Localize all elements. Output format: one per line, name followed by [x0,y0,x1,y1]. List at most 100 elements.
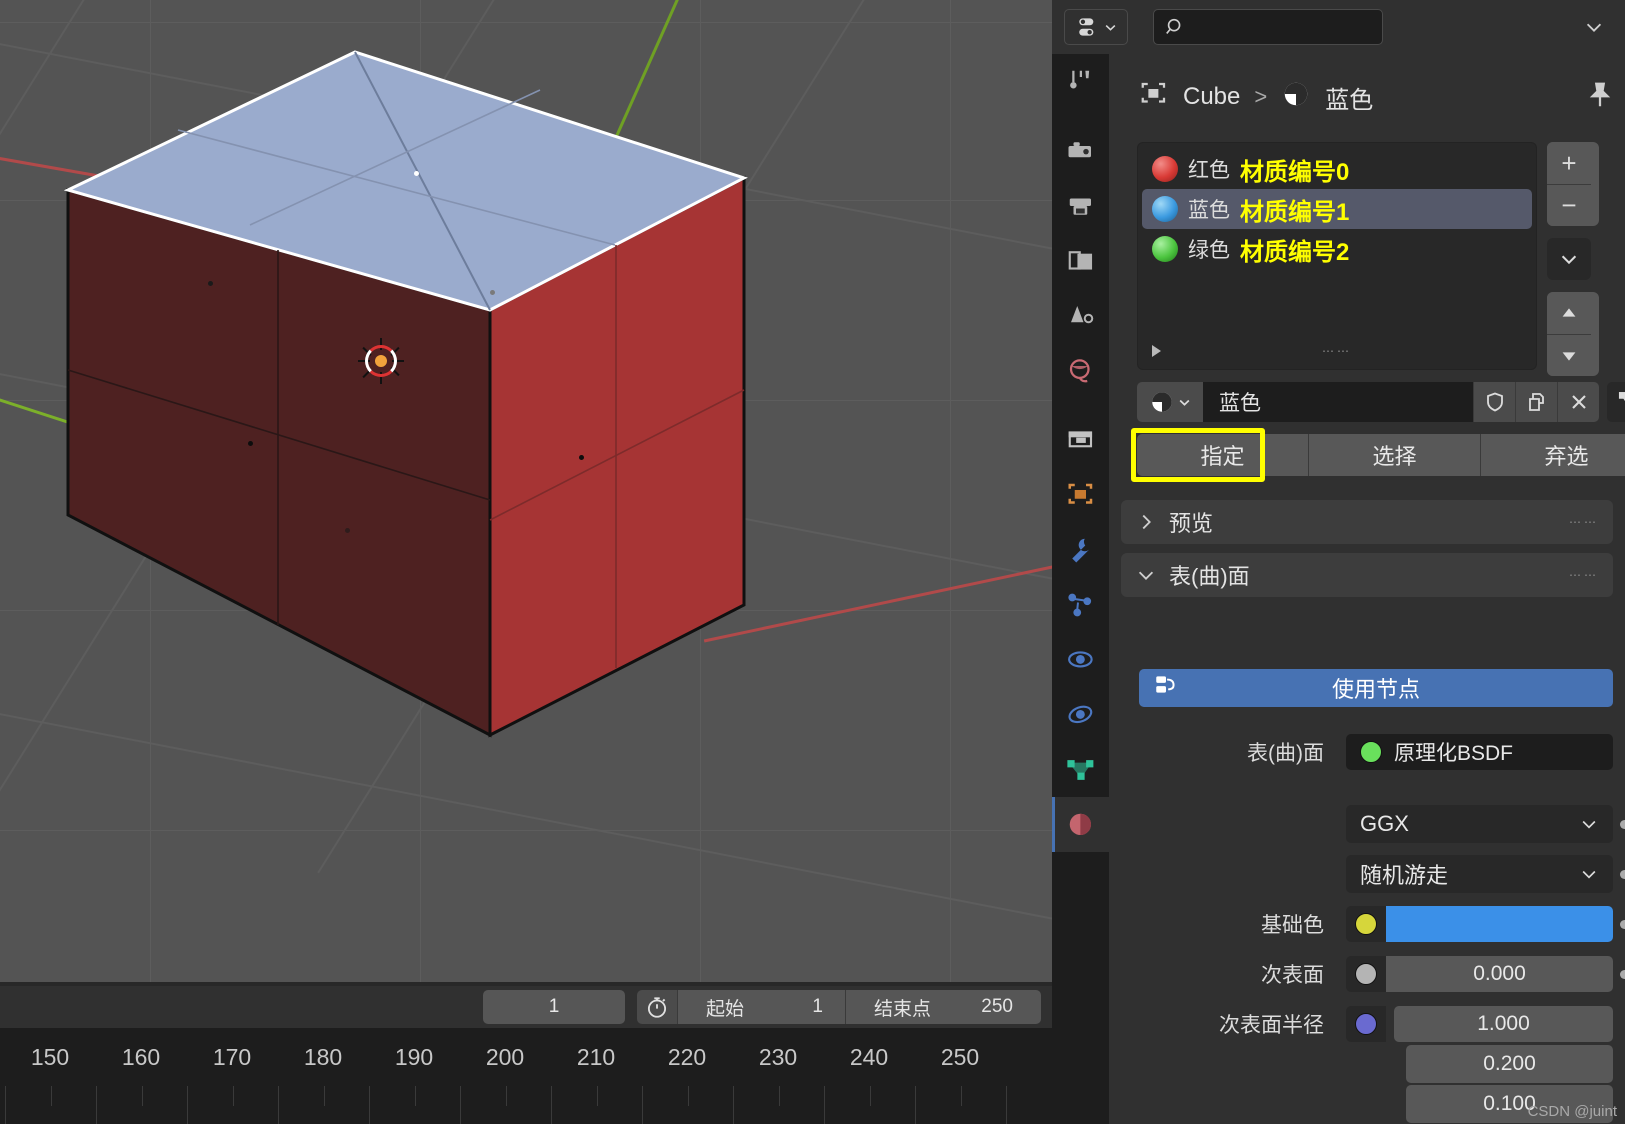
base-color-label: 基础色 [1261,914,1324,937]
surface-shader-value: 原理化BSDF [1394,742,1514,765]
fake-user-button[interactable] [1473,382,1515,422]
subsurface-value-field[interactable]: 0.000 [1386,956,1613,992]
timeline-tick-mark [960,1086,962,1106]
chevron-down-icon [1582,820,1596,829]
assign-button[interactable]: 指定 [1137,434,1309,476]
annotation-label: 材质编号2 [1240,238,1350,266]
panel-title: 表(曲)面 [1169,564,1250,589]
material-name-field[interactable]: 蓝色 [1203,382,1473,422]
animate-dot[interactable] [1620,969,1625,979]
material-slot-list[interactable]: 红色 材质编号0 蓝色 材质编号1 绿色 材质编号2 ⋯⋯ [1137,142,1537,370]
frame-start-field[interactable]: 起始 1 [677,990,845,1024]
sidebar-item-physics[interactable] [1052,632,1109,687]
animate-dot[interactable] [1620,819,1625,829]
animate-dot[interactable] [1620,869,1625,879]
breadcrumb-object-name[interactable]: Cube [1183,83,1240,111]
subsurface-method-value: 随机游走 [1360,863,1449,888]
timeline-tick-label: 150 [30,1044,70,1070]
pin-icon[interactable] [1585,80,1615,115]
sidebar-item-render[interactable] [1052,123,1109,178]
subsurface-radius-row: 次表面半径 1.000 [1121,1004,1613,1044]
timeline-ruler[interactable]: 150 160 170 180 190 200 210 220 230 240 250 [0,1028,1053,1124]
timeline-tick-mark [551,1086,552,1124]
search-field[interactable] [1194,16,1364,38]
subsurface-row: 次表面 0.000 [1121,954,1625,994]
material-datablock-row: 蓝色 [1137,382,1599,422]
select-button[interactable]: 选择 [1309,434,1481,476]
sidebar-item-object[interactable] [1052,467,1109,522]
browse-material-button[interactable] [1137,382,1203,422]
deselect-button[interactable]: 弃选 [1481,434,1625,476]
subsurface-radius-x-field[interactable]: 1.000 [1394,1006,1613,1042]
triangle-right-icon[interactable] [1152,345,1161,357]
list-item[interactable]: 红色 材质编号0 [1142,149,1532,189]
remove-material-slot-button[interactable]: − [1547,184,1591,226]
shield-icon [1486,392,1503,412]
list-item[interactable]: 蓝色 材质编号1 [1142,189,1532,229]
properties-tab-column [1052,54,1109,1124]
socket-dot [1360,741,1382,763]
timeline-tick-label: 230 [758,1044,798,1070]
surface-shader-field[interactable]: 原理化BSDF [1346,734,1613,770]
resize-grip-icon[interactable]: ⋯⋯ [1569,568,1599,582]
preview-panel-header[interactable]: 预览 ⋯⋯ [1121,500,1613,544]
sidebar-item-collection[interactable] [1052,412,1109,467]
search-icon [1166,18,1181,34]
frame-end-value: 250 [981,996,1013,1017]
sidebar-item-modifiers[interactable] [1052,522,1109,577]
timeline-tick-mark [414,1086,416,1106]
sidebar-item-particles[interactable] [1052,577,1109,632]
distribution-dropdown[interactable]: GGX [1346,805,1613,843]
breadcrumb-material-name[interactable]: 蓝色 [1325,80,1373,115]
timeline-editor[interactable]: 1 起始 1 结束点 250 150 160 170 180 190 200 2… [0,982,1053,1124]
vertex-selected[interactable] [414,171,419,176]
current-frame-field[interactable]: 1 [483,990,625,1024]
move-slot-up-button[interactable] [1547,292,1591,334]
vertex[interactable] [345,528,350,533]
slot-specials-button[interactable] [1547,238,1591,280]
search-input[interactable] [1153,9,1383,45]
chevron-down-icon[interactable] [1577,10,1611,44]
copy-icon [1528,393,1544,411]
base-color-socket-slot [1346,906,1386,942]
add-material-slot-button[interactable]: + [1547,142,1591,184]
blender-window: 1 起始 1 结束点 250 150 160 170 180 190 200 2… [0,0,1625,1124]
mesh-select-mode-dropdown[interactable] [1607,382,1625,422]
unlink-material-button[interactable] [1557,382,1599,422]
frame-end-field[interactable]: 结束点 250 [845,990,1041,1024]
sidebar-item-view-layer[interactable] [1052,233,1109,288]
sidebar-item-object-data[interactable] [1052,742,1109,797]
vertex[interactable] [490,290,495,295]
list-item[interactable]: 绿色 材质编号2 [1142,229,1532,269]
timeline-tick-mark [278,1086,279,1124]
use-nodes-button[interactable]: 使用节点 [1139,669,1613,707]
cube-mesh[interactable] [0,0,1052,982]
subsurface-radius-y-field[interactable]: 0.200 [1406,1045,1613,1083]
duplicate-material-button[interactable] [1515,382,1557,422]
move-slot-down-button[interactable] [1547,334,1591,376]
nodetree-icon [1153,672,1179,704]
timeline-tick-mark [232,1086,234,1106]
sidebar-item-scene[interactable] [1052,288,1109,343]
editor-type-properties-icon[interactable] [1064,9,1128,45]
resize-grip-icon[interactable]: ⋯⋯ [1569,515,1599,529]
annotation-label: 材质编号0 [1240,158,1350,186]
vertex[interactable] [208,281,213,286]
sidebar-item-material[interactable] [1052,797,1109,852]
sidebar-item-world[interactable] [1052,343,1109,398]
animate-dot[interactable] [1620,919,1625,929]
sidebar-item-constraints[interactable] [1052,687,1109,742]
sidebar-item-tool[interactable] [1052,54,1109,109]
subsurface-method-dropdown[interactable]: 随机游走 [1346,855,1613,893]
surface-panel-header[interactable]: 表(曲)面 ⋯⋯ [1121,553,1613,597]
vertex[interactable] [248,441,253,446]
vertex[interactable] [579,455,584,460]
timeline-tick-mark [915,1086,916,1124]
resize-grip-icon[interactable]: ⋯⋯ [1322,344,1352,358]
stopwatch-icon[interactable] [637,990,677,1024]
sidebar-item-output[interactable] [1052,178,1109,233]
material-sphere-icon [1152,392,1172,412]
base-color-swatch[interactable] [1386,906,1613,942]
3d-viewport[interactable] [0,0,1052,982]
breadcrumb-separator: > [1254,84,1268,109]
